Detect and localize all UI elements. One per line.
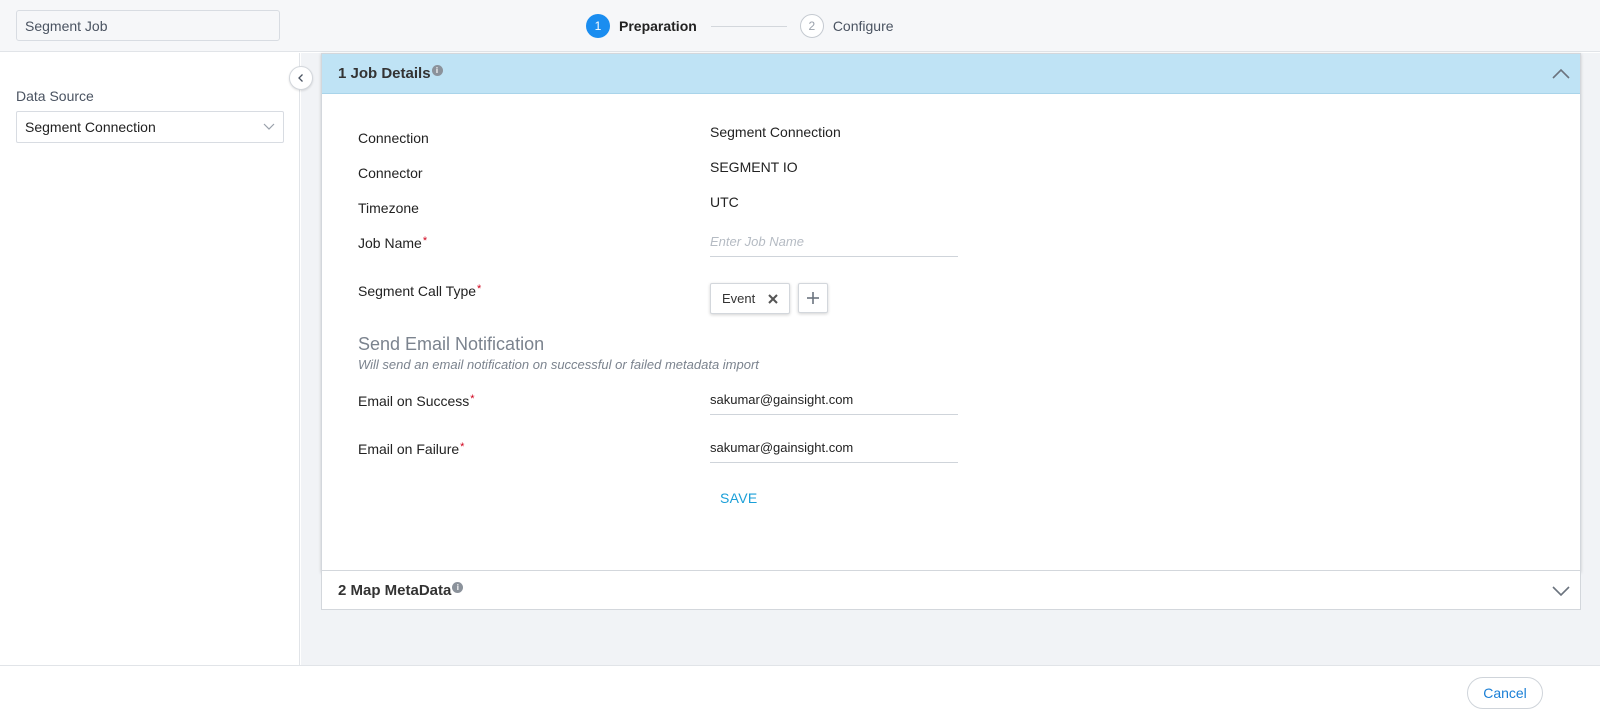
timezone-value: UTC — [710, 194, 739, 210]
connection-value: Segment Connection — [710, 124, 841, 140]
timezone-label: Timezone — [358, 200, 419, 216]
step-2-indicator[interactable]: 2 — [799, 14, 824, 38]
job-details-header[interactable]: 1 Job Details i — [322, 54, 1580, 94]
info-icon[interactable]: i — [431, 65, 443, 76]
main-area: 1 Job Details i Connection Segment Conne… — [301, 53, 1600, 665]
job-details-card: 1 Job Details i Connection Segment Conne… — [321, 53, 1581, 572]
step-1-label[interactable]: Preparation — [619, 18, 697, 34]
segment-call-type-label: Segment Call Type* — [358, 283, 481, 299]
email-failure-input[interactable] — [710, 433, 958, 463]
connector-label: Connector — [358, 165, 423, 181]
save-button[interactable]: SAVE — [720, 490, 758, 506]
required-marker: * — [422, 235, 428, 247]
chevron-down-icon[interactable] — [1552, 584, 1570, 598]
required-marker: * — [477, 283, 482, 295]
required-marker: * — [470, 393, 475, 405]
email-failure-label-text: Email on Failure — [358, 441, 460, 457]
email-success-label-text: Email on Success — [358, 393, 470, 409]
email-notification-subtitle: Will send an email notification on succe… — [358, 357, 759, 372]
segment-call-type-label-text: Segment Call Type — [358, 283, 477, 299]
job-name-label: Job Name* — [358, 235, 427, 251]
email-success-label: Email on Success* — [358, 393, 475, 409]
top-bar: 1 Preparation 2 Configure — [0, 0, 1600, 52]
data-source-label: Data Source — [16, 88, 94, 104]
email-notification-title: Send Email Notification — [358, 334, 545, 354]
map-metadata-title: 2 Map MetaData i — [338, 582, 464, 599]
collapse-sidebar-button[interactable] — [289, 66, 313, 90]
chevron-down-icon — [263, 123, 275, 130]
stepper: 1 Preparation 2 Configure — [586, 13, 894, 39]
job-details-title-text: 1 Job Details — [338, 65, 431, 82]
cancel-button[interactable]: Cancel — [1467, 677, 1543, 709]
chevron-up-icon[interactable] — [1552, 67, 1570, 81]
data-source-value: Segment Connection — [25, 119, 156, 135]
required-marker: * — [460, 441, 465, 453]
step-connector-line — [710, 25, 787, 27]
add-call-type-button[interactable] — [798, 283, 828, 313]
job-name-input[interactable] — [710, 227, 958, 257]
job-details-title: 1 Job Details i — [338, 65, 443, 82]
step-1-indicator[interactable]: 1 — [586, 14, 610, 38]
info-icon[interactable]: i — [452, 582, 464, 593]
connection-label: Connection — [358, 130, 429, 146]
data-source-select[interactable]: Segment Connection — [16, 111, 284, 143]
job-title-input[interactable] — [16, 10, 280, 41]
email-failure-label: Email on Failure* — [358, 441, 464, 457]
left-panel: Data Source Segment Connection — [0, 53, 300, 665]
job-name-label-text: Job Name — [358, 235, 422, 251]
footer-bar: Cancel — [0, 665, 1600, 720]
email-success-input[interactable] — [710, 385, 958, 415]
map-metadata-card[interactable]: 2 Map MetaData i — [321, 570, 1581, 610]
map-metadata-title-text: 2 Map MetaData — [338, 582, 452, 599]
connector-value: SEGMENT IO — [710, 159, 798, 175]
close-icon[interactable] — [767, 293, 779, 305]
plus-icon — [807, 292, 819, 304]
call-type-chip-event[interactable]: Event — [710, 283, 790, 314]
call-type-chip-label: Event — [722, 291, 756, 306]
step-2-label[interactable]: Configure — [833, 18, 894, 34]
chevron-left-icon — [298, 74, 303, 82]
